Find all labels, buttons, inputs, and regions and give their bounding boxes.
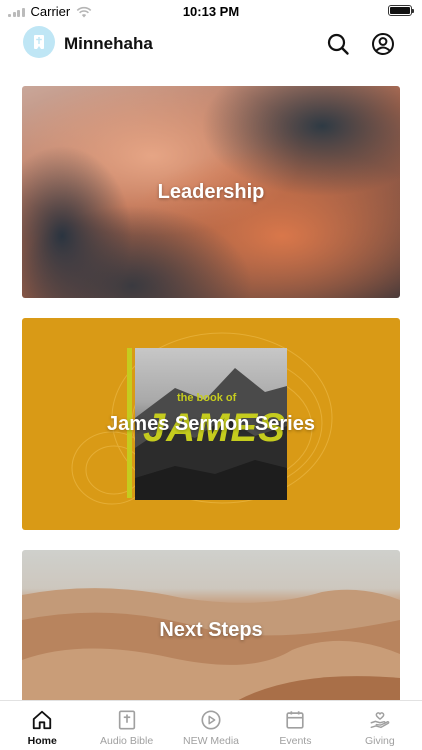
church-logo[interactable] — [23, 26, 55, 58]
app-header: Minnehaha — [0, 22, 422, 66]
art-subtitle: the book of — [177, 392, 237, 404]
card-title: James Sermon Series — [107, 412, 315, 435]
app-title: Minnehaha — [64, 34, 153, 53]
home-icon — [33, 710, 52, 730]
tab-label: Home — [27, 735, 57, 747]
card-james-sermon-series[interactable]: the book of JAMES James Sermon Series — [22, 318, 400, 530]
tab-label: Audio Bible — [100, 735, 154, 747]
tab-audio-bible[interactable]: Audio Bible — [84, 701, 168, 750]
giving-hand-icon — [370, 712, 390, 729]
tab-new-media[interactable]: NEW Media — [169, 701, 253, 750]
status-time: 10:13 PM — [182, 4, 240, 19]
tab-events[interactable]: Events — [253, 701, 337, 750]
tab-label: NEW Media — [183, 735, 240, 747]
card-title: Leadership — [157, 180, 265, 203]
battery-icon — [388, 5, 414, 16]
tab-label: Giving — [364, 735, 395, 747]
tab-giving[interactable]: Giving — [338, 701, 422, 750]
card-title: Next Steps — [159, 618, 263, 641]
bottom-tab-bar: Home Audio Bible NEW Media Events Giving — [0, 700, 422, 750]
bible-icon — [118, 710, 135, 730]
play-circle-icon — [201, 710, 221, 730]
calendar-icon — [286, 711, 305, 729]
search-icon[interactable] — [326, 32, 350, 56]
profile-icon[interactable] — [371, 32, 395, 56]
tab-label: Events — [279, 735, 312, 747]
logo-icon — [34, 35, 44, 49]
tab-home[interactable]: Home — [0, 701, 84, 750]
card-next-steps[interactable]: Next Steps — [22, 550, 400, 710]
card-leadership[interactable]: Leadership — [22, 86, 400, 298]
status-bar: Carrier 10:13 PM — [0, 0, 422, 22]
